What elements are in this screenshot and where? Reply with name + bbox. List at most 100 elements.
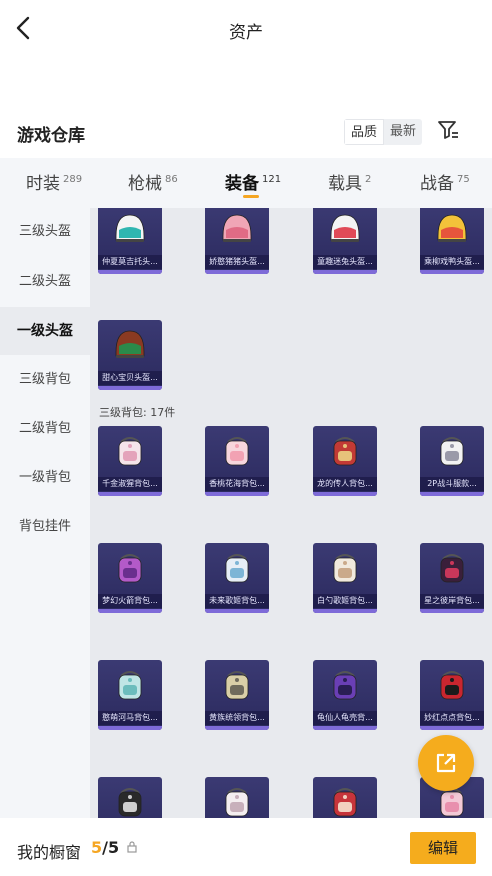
sort-toggle: 品质 最新 bbox=[344, 119, 423, 145]
category-tabs: 时装 289 枪械 86 装备 121 载具 2 战备 75 bbox=[0, 158, 492, 208]
item-card[interactable]: 妙红点点背包... bbox=[420, 660, 484, 730]
tab-weapons[interactable]: 枪械 86 bbox=[128, 169, 178, 194]
item-card[interactable]: 娇憨猪猪头盔... bbox=[205, 208, 269, 274]
item-card[interactable]: 童趣迷兔头盔... bbox=[313, 208, 377, 274]
item-card[interactable]: 千金淑猩背包... bbox=[98, 426, 162, 496]
tab-supplies[interactable]: 战备 75 bbox=[420, 169, 470, 194]
rarity-strip bbox=[313, 726, 377, 730]
rarity-strip bbox=[98, 270, 162, 274]
rarity-strip bbox=[98, 726, 162, 730]
backpack-peach-icon bbox=[219, 432, 255, 470]
rarity-strip bbox=[205, 726, 269, 730]
item-card[interactable]: 未来歌姬背包... bbox=[205, 543, 269, 613]
backpack-red-icon bbox=[327, 783, 363, 818]
item-card[interactable] bbox=[205, 777, 269, 818]
item-name: 未来歌姬背包... bbox=[205, 594, 269, 608]
filter-icon[interactable] bbox=[436, 118, 460, 142]
warehouse-title: 游戏仓库 bbox=[17, 126, 85, 146]
rarity-strip bbox=[205, 609, 269, 613]
item-name: 娇憨猪猪头盔... bbox=[205, 255, 269, 269]
tab-count: 121 bbox=[262, 174, 282, 185]
share-button[interactable] bbox=[418, 735, 474, 791]
sidebar-item-level1-helmet[interactable]: 一级头盔 bbox=[0, 307, 90, 355]
backpack-ladybug-icon bbox=[434, 666, 470, 704]
item-card[interactable]: 黄族统领背包... bbox=[205, 660, 269, 730]
helmet-bunny-icon bbox=[327, 210, 363, 248]
item-grid: 三级背包: 17件 仲夏莫吉托头... 娇憨猪猪头盔... 童趣迷兔头盔... 乘柳戏… bbox=[90, 208, 492, 818]
item-name: 黄族统领背包... bbox=[205, 711, 269, 725]
item-card[interactable]: 2P战斗服款... bbox=[420, 426, 484, 496]
tab-equipment[interactable]: 装备 121 bbox=[225, 169, 281, 194]
item-name: 香桃花海背包... bbox=[205, 477, 269, 491]
backpack-future-icon bbox=[219, 549, 255, 587]
sidebar-item-level1-backpack[interactable]: 一级背包 bbox=[0, 454, 90, 502]
tab-label: 战备 bbox=[420, 174, 454, 194]
rarity-strip bbox=[313, 270, 377, 274]
section-label-level3-backpack: 三级背包: 17件 bbox=[99, 406, 176, 419]
sort-quality-button[interactable]: 品质 bbox=[344, 119, 385, 145]
item-card[interactable]: 白勺歌姬背包... bbox=[313, 543, 377, 613]
rarity-strip bbox=[420, 492, 484, 496]
backpack-rocket-icon bbox=[112, 549, 148, 587]
backpack-star-icon bbox=[434, 549, 470, 587]
item-name: 憨萌河马背包... bbox=[98, 711, 162, 725]
item-name: 星之彼岸背包... bbox=[420, 594, 484, 608]
tab-count: 75 bbox=[457, 174, 470, 185]
sidebar-item-level2-backpack[interactable]: 二级背包 bbox=[0, 405, 90, 453]
item-card[interactable]: 梦幻火箭背包... bbox=[98, 543, 162, 613]
tab-label: 时装 bbox=[26, 174, 60, 194]
helmet-mint-icon bbox=[112, 210, 148, 248]
showcase-count-current: 5 bbox=[91, 838, 103, 857]
active-tab-indicator bbox=[243, 195, 259, 198]
item-card[interactable]: 香桃花海背包... bbox=[205, 426, 269, 496]
rarity-strip bbox=[313, 609, 377, 613]
item-name: 白勺歌姬背包... bbox=[313, 594, 377, 608]
sidebar-item-level2-helmet[interactable]: 二级头盔 bbox=[0, 258, 90, 306]
rarity-strip bbox=[313, 492, 377, 496]
rarity-strip bbox=[98, 609, 162, 613]
item-name: 乘柳戏鸭头盔... bbox=[420, 255, 484, 269]
subcategory-sidebar: 三级头盔 二级头盔 一级头盔 三级背包 二级背包 一级背包 背包挂件 bbox=[0, 208, 90, 818]
tab-label: 枪械 bbox=[128, 174, 162, 194]
helmet-duck-icon bbox=[434, 210, 470, 248]
tab-vehicles[interactable]: 载具 2 bbox=[328, 169, 371, 194]
edit-button[interactable]: 编辑 bbox=[410, 832, 476, 864]
item-card[interactable]: 憨萌河马背包... bbox=[98, 660, 162, 730]
assets-screen: 资产 游戏仓库 品质 最新 时装 289 枪械 86 装备 121 载具 2 战备 75 … bbox=[0, 0, 492, 876]
item-card[interactable]: 龙的传人背包... bbox=[313, 426, 377, 496]
rarity-strip bbox=[420, 609, 484, 613]
item-card[interactable]: 龟仙人龟壳背... bbox=[313, 660, 377, 730]
top-bar: 资产 bbox=[0, 0, 492, 58]
helmet-pink-pig-icon bbox=[219, 210, 255, 248]
item-card[interactable]: 星之彼岸背包... bbox=[420, 543, 484, 613]
backpack-white-icon bbox=[434, 432, 470, 470]
item-card[interactable]: 乘柳戏鸭头盔... bbox=[420, 208, 484, 274]
item-card[interactable]: 仲夏莫吉托头... bbox=[98, 208, 162, 274]
tab-count: 86 bbox=[165, 174, 178, 185]
sidebar-item-level3-backpack[interactable]: 三级背包 bbox=[0, 356, 90, 404]
sidebar-item-backpack-charm[interactable]: 背包挂件 bbox=[0, 503, 90, 551]
backpack-turtle-icon bbox=[327, 666, 363, 704]
item-name: 千金淑猩背包... bbox=[98, 477, 162, 491]
rarity-strip bbox=[420, 726, 484, 730]
item-name: 龟仙人龟壳背... bbox=[313, 711, 377, 725]
item-card[interactable] bbox=[98, 777, 162, 818]
backpack-pink-bow-icon bbox=[112, 432, 148, 470]
tab-fashion[interactable]: 时装 289 bbox=[26, 169, 82, 194]
sort-newest-button[interactable]: 最新 bbox=[384, 119, 423, 145]
page-title: 资产 bbox=[229, 23, 263, 43]
backpack-dragon-icon bbox=[327, 432, 363, 470]
item-name: 梦幻火箭背包... bbox=[98, 594, 162, 608]
item-name: 童趣迷兔头盔... bbox=[313, 255, 377, 269]
tab-label: 装备 bbox=[225, 174, 259, 194]
backpack-gold-icon bbox=[219, 666, 255, 704]
rarity-strip bbox=[205, 270, 269, 274]
rarity-strip bbox=[98, 492, 162, 496]
sidebar-item-level3-helmet[interactable]: 三级头盔 bbox=[0, 208, 90, 256]
item-name: 甜心宝贝头盔... bbox=[98, 371, 162, 385]
item-card[interactable] bbox=[313, 777, 377, 818]
item-card[interactable]: 甜心宝贝头盔... bbox=[98, 320, 162, 390]
tab-count: 289 bbox=[63, 174, 83, 185]
backpack-cream-icon bbox=[327, 549, 363, 587]
rarity-strip bbox=[420, 270, 484, 274]
